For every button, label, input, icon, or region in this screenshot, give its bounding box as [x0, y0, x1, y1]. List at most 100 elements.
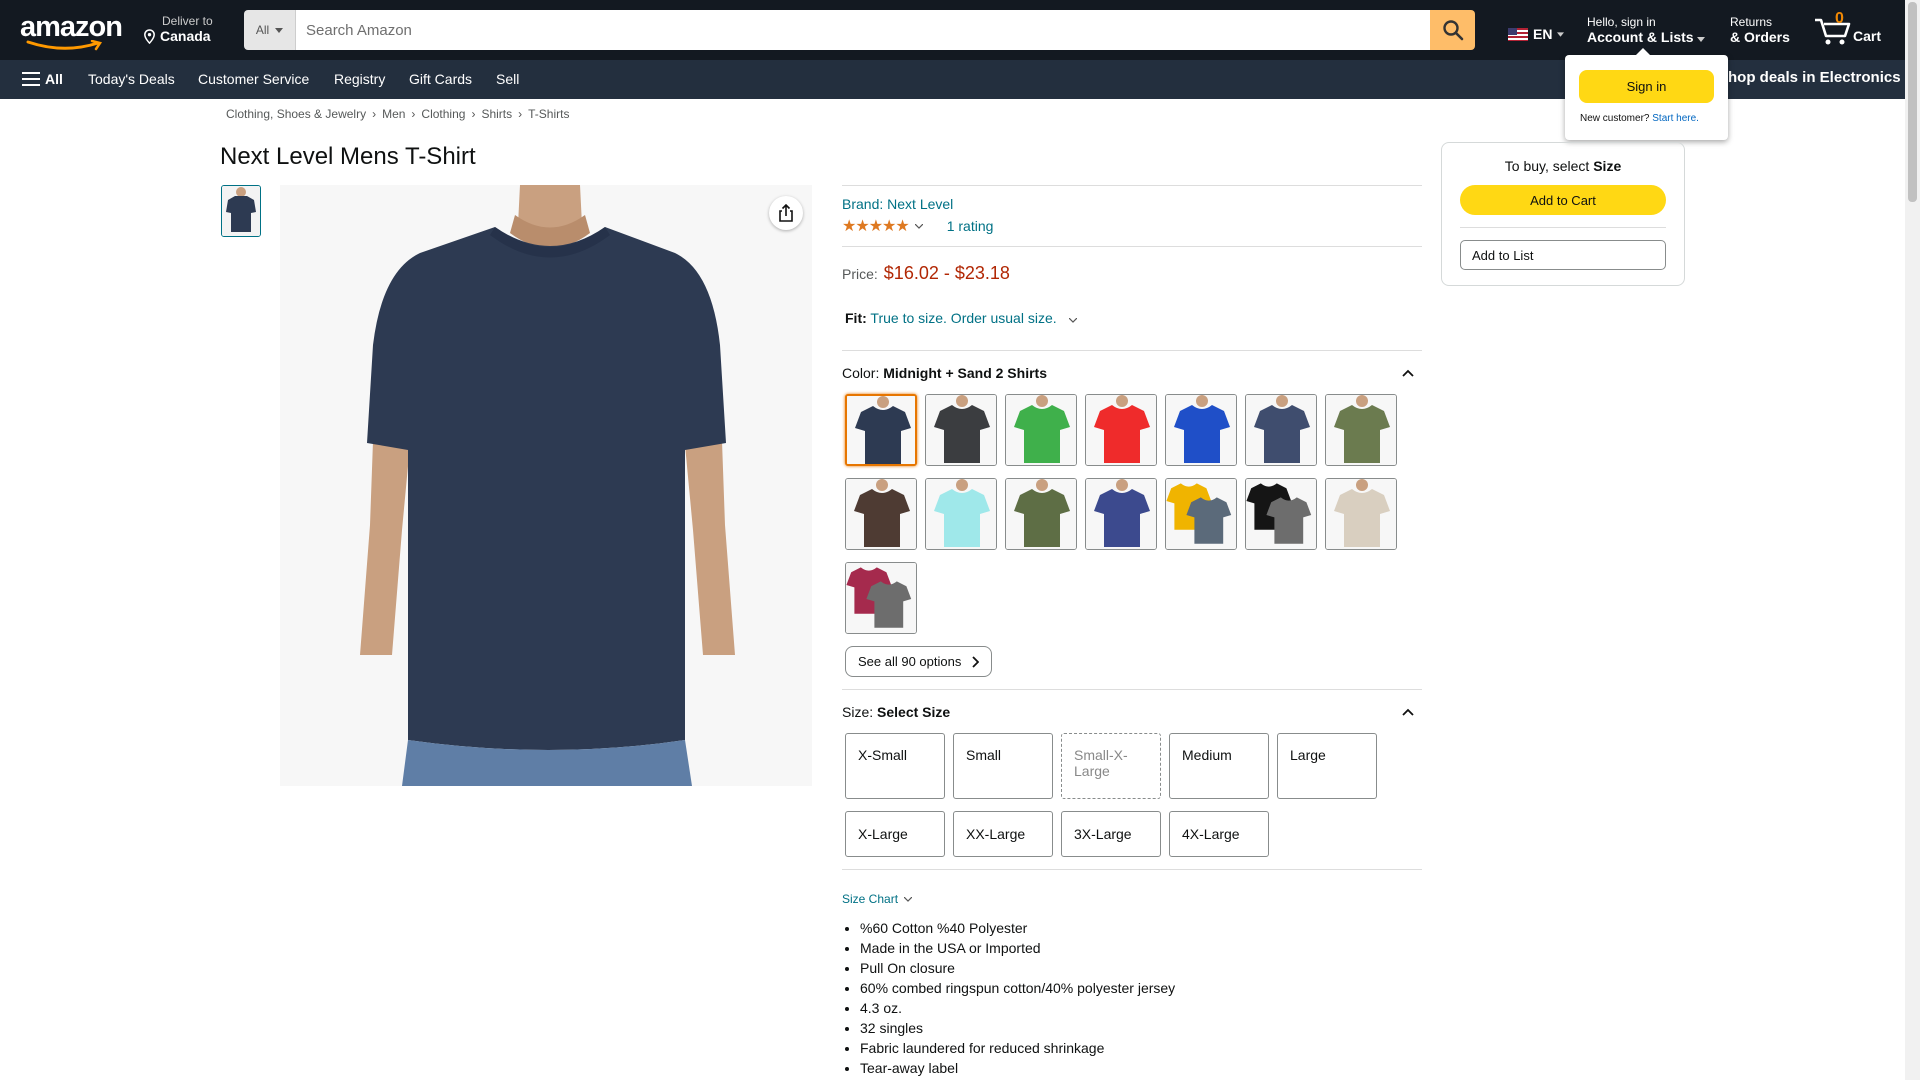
color-label: Color: — [842, 365, 880, 381]
see-all-label: See all 90 options — [858, 654, 962, 669]
nav-registry[interactable]: Registry — [334, 71, 385, 87]
buy-prompt-bold: Size — [1593, 158, 1622, 174]
chevron-down-icon[interactable] — [914, 223, 923, 229]
tshirt-swatch-image — [846, 563, 916, 633]
brand-link[interactable]: Brand: Next Level — [842, 196, 1422, 212]
chevron-up-icon[interactable] — [1402, 708, 1414, 716]
add-to-cart-button[interactable]: Add to Cart — [1460, 185, 1666, 215]
image-thumbnail[interactable] — [221, 185, 261, 237]
cart-button[interactable]: 0 Cart — [1813, 10, 1893, 50]
color-swatch[interactable] — [925, 478, 997, 550]
signin-flyout: Sign in New customer? Start here. — [1565, 48, 1728, 140]
color-swatch[interactable] — [1245, 478, 1317, 550]
returns-orders[interactable]: Returns & Orders — [1730, 15, 1790, 45]
scrollbar-thumb[interactable] — [1908, 2, 1917, 202]
breadcrumb-item[interactable]: Clothing — [421, 107, 465, 121]
smile-icon — [26, 40, 103, 51]
color-swatch[interactable] — [1165, 394, 1237, 466]
account-lists[interactable]: Hello, sign in Account & Lists — [1587, 15, 1706, 45]
color-swatch[interactable] — [1245, 394, 1317, 466]
color-swatch[interactable] — [1005, 394, 1077, 466]
search-button[interactable] — [1430, 10, 1475, 50]
price-label: Price: — [842, 266, 878, 282]
feature-bullet: %60 Cotton %40 Polyester — [860, 918, 1422, 938]
amazon-logo[interactable]: amazon — [20, 11, 123, 51]
chevron-down-icon[interactable] — [1068, 317, 1077, 323]
nav-all-menu[interactable]: All — [22, 71, 63, 87]
divider — [842, 246, 1422, 247]
star-rating[interactable]: ★★★★★ — [842, 216, 910, 236]
size-option[interactable]: Small — [953, 733, 1053, 799]
signin-button[interactable]: Sign in — [1579, 70, 1714, 103]
rating-count-link[interactable]: 1 rating — [947, 218, 994, 234]
fit-label: Fit: — [845, 310, 867, 326]
size-chart-link[interactable]: Size Chart — [842, 892, 1422, 906]
nav-gift-cards[interactable]: Gift Cards — [409, 71, 472, 87]
nav-sell[interactable]: Sell — [496, 71, 519, 87]
size-section-header[interactable]: Size: Select Size — [842, 704, 1422, 720]
breadcrumb: Clothing, Shoes & Jewelry › Men › Clothi… — [226, 107, 569, 121]
tshirt-swatch-image — [1166, 395, 1236, 465]
tshirt-swatch-image — [1086, 479, 1156, 549]
breadcrumb-item[interactable]: T-Shirts — [528, 107, 569, 121]
new-customer-text: New customer? Start here. — [1580, 113, 1699, 124]
price-row: Price: $16.02 - $23.18 — [842, 263, 1422, 284]
top-header: amazon Deliver to Canada All Search Amaz… — [0, 0, 1905, 60]
size-option[interactable]: XX-Large — [953, 811, 1053, 857]
share-icon — [779, 204, 793, 222]
deliver-country: Canada — [160, 28, 211, 44]
tshirt-swatch-image — [926, 479, 996, 549]
returns-line2: & Orders — [1730, 29, 1790, 45]
breadcrumb-item[interactable]: Men — [382, 107, 405, 121]
page-scrollbar[interactable] — [1905, 0, 1920, 1080]
color-section-header[interactable]: Color: Midnight + Sand 2 Shirts — [842, 365, 1422, 381]
color-swatch[interactable] — [845, 562, 917, 634]
color-swatch[interactable] — [1165, 478, 1237, 550]
color-swatch[interactable] — [1325, 478, 1397, 550]
breadcrumb-separator: › — [411, 107, 416, 121]
feature-bullet: Made in the USA or Imported — [860, 938, 1422, 958]
size-option[interactable]: X-Large — [845, 811, 945, 857]
search-category-dropdown[interactable]: All — [244, 10, 296, 50]
size-chart-label: Size Chart — [842, 892, 899, 906]
tshirt-swatch-image — [926, 395, 996, 465]
size-option[interactable]: 3X-Large — [1061, 811, 1161, 857]
divider — [842, 185, 1422, 186]
color-swatch[interactable] — [845, 478, 917, 550]
cart-count: 0 — [1835, 10, 1844, 27]
breadcrumb-item[interactable]: Clothing, Shoes & Jewelry — [226, 107, 366, 121]
nav-promo-electronics[interactable]: Shop deals in Electronics — [1718, 69, 1901, 86]
search-icon — [1442, 20, 1463, 41]
main-product-image[interactable] — [280, 185, 812, 786]
add-to-list-button[interactable]: Add to List — [1460, 240, 1666, 270]
logo-text: amazon — [20, 11, 123, 43]
nav-todays-deals[interactable]: Today's Deals — [88, 71, 175, 87]
breadcrumb-item[interactable]: Shirts — [481, 107, 512, 121]
size-option[interactable]: Medium — [1169, 733, 1269, 799]
see-all-options-button[interactable]: See all 90 options — [845, 646, 993, 677]
tshirt-swatch-image — [847, 396, 915, 464]
feature-bullet: Pull On closure — [860, 958, 1422, 978]
hamburger-icon — [22, 72, 40, 86]
color-swatch[interactable] — [1325, 394, 1397, 466]
color-swatch[interactable] — [1005, 478, 1077, 550]
size-option[interactable]: Large — [1277, 733, 1377, 799]
color-swatch[interactable] — [1085, 394, 1157, 466]
share-button[interactable] — [769, 196, 803, 230]
deliver-to[interactable]: Deliver to Canada — [142, 14, 213, 44]
size-option[interactable]: Small-X-Large — [1061, 733, 1161, 799]
color-swatch[interactable] — [925, 394, 997, 466]
size-options: X-Small Small Small-X-Large Medium Large X-La… — [842, 733, 1422, 857]
size-option[interactable]: X-Small — [845, 733, 945, 799]
selected-color: Midnight + Sand 2 Shirts — [883, 365, 1047, 381]
color-swatch[interactable] — [1085, 478, 1157, 550]
start-here-link[interactable]: Start here. — [1652, 113, 1699, 124]
fit-value-link[interactable]: True to size. Order usual size. — [870, 310, 1056, 326]
search-input[interactable] — [296, 10, 1430, 50]
nav-customer-service[interactable]: Customer Service — [198, 71, 309, 87]
color-swatch[interactable] — [845, 394, 917, 466]
tshirt-swatch-image — [1326, 479, 1396, 549]
language-selector[interactable]: EN — [1508, 26, 1565, 42]
chevron-up-icon[interactable] — [1402, 369, 1414, 377]
size-option[interactable]: 4X-Large — [1169, 811, 1269, 857]
